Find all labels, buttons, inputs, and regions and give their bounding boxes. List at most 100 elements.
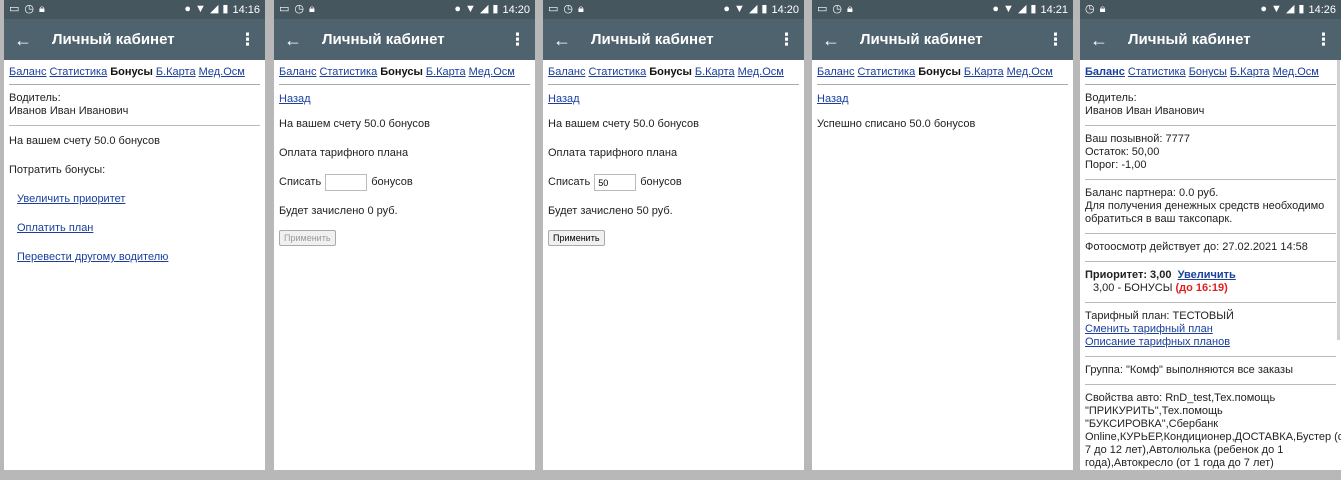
lock-icon: 🔒︎: [847, 3, 853, 15]
wifi-icon: ▼: [195, 3, 206, 15]
back-arrow-icon[interactable]: ←: [553, 31, 583, 49]
driver-label: Водитель:: [9, 92, 61, 104]
nav-bcard[interactable]: Б.Карта: [1230, 66, 1270, 79]
nav-statistics[interactable]: Статистика: [857, 66, 915, 79]
phone-screen-1: ▭ ◷ 🔒︎ ● ▼ ◢ ▮ 14:16 ← Личный кабинет ⋮ …: [4, 0, 265, 470]
status-time: 14:16: [232, 3, 260, 16]
battery-icon: ▮: [222, 3, 229, 15]
status-time: 14:20: [502, 3, 530, 16]
status-time: 14:21: [1040, 3, 1068, 16]
status-bar: ▭ ◷ 🔒︎ ● ▼ ◢ ▮ 14:16: [4, 0, 265, 19]
group-info: Группа: "Комф" выполняются все заказы: [1085, 357, 1336, 385]
overflow-menu-icon[interactable]: ⋮: [509, 31, 526, 48]
tariff-payment-label: Оплата тарифного плана: [548, 147, 678, 159]
signal-icon: ◢: [479, 3, 489, 15]
status-bar: ▭ ◷ 🔒︎ ● ▼ ◢ ▮ 14:20: [543, 0, 804, 19]
nav-statistics[interactable]: Статистика: [588, 66, 646, 79]
nav-bcard[interactable]: Б.Карта: [426, 66, 466, 79]
back-link[interactable]: Назад: [279, 93, 311, 106]
location-icon: ●: [1260, 3, 1268, 15]
overflow-menu-icon[interactable]: ⋮: [239, 31, 256, 48]
nav-bonuses[interactable]: Бонусы: [918, 66, 961, 79]
spend-label: Потратить бонусы:: [9, 164, 106, 176]
phone-screen-3: ▭ ◷ 🔒︎ ● ▼ ◢ ▮ 14:20 ← Личный кабинет ⋮ …: [543, 0, 804, 470]
back-arrow-icon[interactable]: ←: [14, 31, 44, 49]
overflow-menu-icon[interactable]: ⋮: [1315, 31, 1332, 48]
transfer-driver-link[interactable]: Перевести другому водителю: [17, 251, 168, 264]
nav-medcheck[interactable]: Мед.Осм: [1273, 66, 1319, 79]
scrollbar[interactable]: [1337, 60, 1340, 340]
nav-bcard[interactable]: Б.Карта: [964, 66, 1004, 79]
nav-bonuses[interactable]: Бонусы: [1189, 66, 1227, 79]
lock-icon: 🔒︎: [1099, 3, 1106, 15]
nav-bcard[interactable]: Б.Карта: [695, 66, 735, 79]
signal-icon: ◢: [748, 3, 758, 15]
status-bar: ▭ ◷ 🔒︎ ● ▼ ◢ ▮ 14:20: [274, 0, 535, 19]
back-link[interactable]: Назад: [548, 93, 580, 106]
car-properties: Свойства авто: RnD_test,Тех.помощь "ПРИК…: [1085, 392, 1341, 469]
nav-bonuses[interactable]: Бонусы: [649, 66, 692, 79]
overflow-menu-icon[interactable]: ⋮: [778, 31, 795, 48]
location-icon: ●: [723, 3, 731, 15]
tariff-description-link[interactable]: Описание тарифных планов: [1085, 336, 1230, 349]
nav-medcheck[interactable]: Мед.Осм: [199, 66, 245, 79]
nav-statistics[interactable]: Статистика: [1128, 66, 1186, 79]
pay-plan-link[interactable]: Оплатить план: [17, 222, 93, 235]
nav-balance[interactable]: Баланс: [548, 66, 585, 79]
clock-icon: ◷: [563, 3, 574, 15]
driver-label: Водитель:: [1085, 92, 1137, 104]
clock-icon: ◷: [832, 3, 843, 15]
phone-screen-5: ◷ 🔒︎ ● ▼ ◢ ▮ 14:26 ← Личный кабинет ⋮ Ба…: [1080, 0, 1341, 470]
nav-medcheck[interactable]: Мед.Осм: [738, 66, 784, 79]
section-nav: Баланс Статистика Бонусы Б.Карта Мед.Осм: [548, 60, 799, 85]
app-title: Личный кабинет: [322, 31, 445, 48]
account-block: Ваш позывной: 7777 Остаток: 50,00 Порог:…: [1085, 126, 1336, 180]
bonus-amount-input[interactable]: [325, 174, 368, 191]
nav-balance[interactable]: Баланс: [1085, 66, 1125, 79]
image-icon: ▭: [548, 3, 559, 15]
apply-button[interactable]: Применить: [548, 230, 605, 246]
battery-icon: ▮: [1298, 3, 1305, 15]
nav-balance[interactable]: Баланс: [279, 66, 316, 79]
driver-block: Водитель: Иванов Иван Иванович: [1085, 85, 1336, 126]
nav-balance[interactable]: Баланс: [817, 66, 854, 79]
increase-priority-link[interactable]: Увеличить приоритет: [17, 193, 125, 206]
tariff-name: Тарифный план: ТЕСТОВЫЙ: [1085, 310, 1234, 322]
image-icon: ▭: [279, 3, 290, 15]
back-link[interactable]: Назад: [817, 93, 849, 106]
nav-bonuses[interactable]: Бонусы: [380, 66, 423, 79]
nav-statistics[interactable]: Статистика: [49, 66, 107, 79]
app-bar: ← Личный кабинет ⋮: [4, 19, 265, 60]
photo-check: Фотоосмотр действует до: 27.02.2021 14:5…: [1085, 234, 1336, 262]
back-arrow-icon[interactable]: ←: [822, 31, 852, 49]
write-off-label: Списать: [548, 176, 591, 188]
clock-icon: ◷: [24, 3, 35, 15]
increase-priority-link[interactable]: Увеличить: [1178, 269, 1236, 282]
overflow-menu-icon[interactable]: ⋮: [1047, 31, 1064, 48]
bonus-amount-input[interactable]: [594, 174, 637, 191]
driver-name: Иванов Иван Иванович: [1085, 105, 1205, 117]
apply-button[interactable]: Применить: [279, 230, 336, 246]
nav-medcheck[interactable]: Мед.Осм: [469, 66, 515, 79]
nav-bcard[interactable]: Б.Карта: [156, 66, 196, 79]
wifi-icon: ▼: [465, 3, 476, 15]
nav-statistics[interactable]: Статистика: [319, 66, 377, 79]
app-bar: ← Личный кабинет ⋮: [812, 19, 1073, 60]
nav-balance[interactable]: Баланс: [9, 66, 46, 79]
success-message: Успешно списано 50.0 бонусов: [817, 118, 976, 130]
status-bar: ◷ 🔒︎ ● ▼ ◢ ▮ 14:26: [1080, 0, 1341, 19]
app-bar: ← Личный кабинет ⋮: [274, 19, 535, 60]
back-arrow-icon[interactable]: ←: [284, 31, 314, 49]
priority-bonus: 3,00 - БОНУСЫ: [1093, 282, 1173, 294]
write-off-label: Списать: [279, 176, 322, 188]
change-tariff-link[interactable]: Сменить тарифный план: [1085, 323, 1213, 336]
back-arrow-icon[interactable]: ←: [1090, 31, 1120, 49]
write-off-row: Списать бонусов: [548, 174, 799, 191]
nav-bonuses[interactable]: Бонусы: [110, 66, 153, 79]
status-time: 14:26: [1308, 3, 1336, 16]
nav-medcheck[interactable]: Мед.Осм: [1007, 66, 1053, 79]
partner-block: Баланс партнера: 0.0 руб. Для получения …: [1085, 180, 1336, 234]
partner-note: Для получения денежных средств необходим…: [1085, 200, 1325, 225]
credit-amount: Будет зачислено 50 руб.: [548, 205, 673, 217]
partner-balance: Баланс партнера: 0.0 руб.: [1085, 187, 1219, 199]
